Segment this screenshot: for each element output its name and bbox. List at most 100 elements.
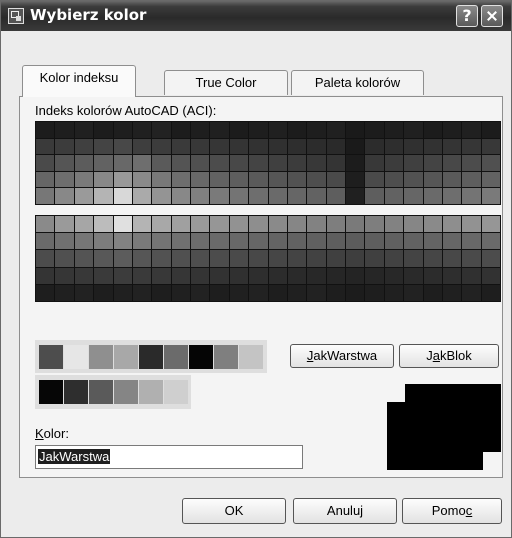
aci-color-cell[interactable] (423, 188, 442, 204)
aci-color-cell[interactable] (268, 250, 287, 267)
aci-color-cell[interactable] (365, 216, 384, 233)
aci-color-cell[interactable] (229, 216, 249, 233)
aci-color-cell[interactable] (326, 250, 345, 267)
aci-color-cell[interactable] (462, 122, 481, 138)
aci-color-cell[interactable] (307, 250, 326, 267)
aci-color-cell[interactable] (132, 138, 152, 155)
aci-color-cell[interactable] (365, 188, 384, 204)
aci-color-cell[interactable] (307, 138, 326, 155)
aci-color-cell[interactable] (210, 122, 229, 138)
aci-color-cell[interactable] (210, 284, 229, 301)
aci-color-cell[interactable] (210, 155, 229, 171)
aci-color-cell[interactable] (229, 171, 249, 188)
color-swatch[interactable] (239, 345, 263, 369)
aci-color-cell[interactable] (191, 171, 210, 188)
aci-color-cell[interactable] (481, 155, 500, 171)
aci-color-cell[interactable] (171, 188, 190, 204)
aci-color-cell[interactable] (307, 233, 326, 250)
aci-color-cell[interactable] (171, 267, 190, 284)
aci-color-cell[interactable] (462, 171, 481, 188)
tab-color-index[interactable]: Kolor indeksu (22, 65, 136, 97)
aci-color-cell[interactable] (462, 155, 481, 171)
color-swatch[interactable] (164, 345, 188, 369)
aci-color-cell[interactable] (384, 171, 404, 188)
aci-color-cell[interactable] (404, 216, 423, 233)
aci-color-cell[interactable] (74, 267, 94, 284)
aci-color-cell[interactable] (229, 233, 249, 250)
aci-color-cell[interactable] (36, 216, 55, 233)
aci-color-cell[interactable] (210, 171, 229, 188)
aci-color-cell[interactable] (55, 138, 74, 155)
aci-color-cell[interactable] (210, 233, 229, 250)
aci-color-cell[interactable] (423, 284, 442, 301)
aci-color-cell[interactable] (268, 155, 287, 171)
aci-color-cell[interactable] (210, 188, 229, 204)
help-button[interactable]: Pomoc (402, 498, 502, 524)
aci-color-cell[interactable] (404, 155, 423, 171)
aci-color-cell[interactable] (287, 250, 307, 267)
aci-color-cell[interactable] (171, 155, 190, 171)
aci-color-cell[interactable] (442, 188, 462, 204)
aci-color-cell[interactable] (287, 171, 307, 188)
aci-color-cell[interactable] (365, 233, 384, 250)
aci-color-cell[interactable] (152, 188, 171, 204)
aci-color-cell[interactable] (481, 138, 500, 155)
aci-color-cell[interactable] (132, 155, 152, 171)
aci-color-cell[interactable] (94, 284, 113, 301)
aci-color-cell[interactable] (113, 138, 132, 155)
aci-color-cell[interactable] (287, 122, 307, 138)
aci-color-cell[interactable] (171, 216, 190, 233)
aci-color-cell[interactable] (94, 233, 113, 250)
aci-color-cell[interactable] (481, 250, 500, 267)
aci-color-cell[interactable] (249, 267, 268, 284)
aci-color-cell[interactable] (346, 216, 365, 233)
aci-color-cell[interactable] (74, 122, 94, 138)
aci-color-cell[interactable] (384, 188, 404, 204)
color-swatch[interactable] (164, 380, 188, 404)
aci-color-cell[interactable] (442, 284, 462, 301)
aci-color-cell[interactable] (152, 284, 171, 301)
color-swatch[interactable] (64, 345, 88, 369)
aci-color-cell[interactable] (404, 188, 423, 204)
color-swatch[interactable] (214, 345, 238, 369)
aci-color-cell[interactable] (481, 122, 500, 138)
aci-color-cell[interactable] (365, 122, 384, 138)
aci-color-cell[interactable] (326, 284, 345, 301)
gray-colors[interactable] (35, 375, 191, 409)
color-swatch[interactable] (89, 345, 113, 369)
color-swatch[interactable] (114, 380, 138, 404)
aci-color-cell[interactable] (74, 284, 94, 301)
color-swatch[interactable] (89, 380, 113, 404)
aci-color-cell[interactable] (36, 155, 55, 171)
aci-color-cell[interactable] (36, 267, 55, 284)
aci-color-cell[interactable] (346, 250, 365, 267)
aci-color-cell[interactable] (307, 284, 326, 301)
standard-colors[interactable] (35, 340, 267, 373)
aci-color-cell[interactable] (36, 138, 55, 155)
aci-color-cell[interactable] (191, 216, 210, 233)
aci-color-cell[interactable] (113, 122, 132, 138)
aci-color-cell[interactable] (113, 250, 132, 267)
aci-color-cell[interactable] (152, 138, 171, 155)
aci-color-cell[interactable] (229, 284, 249, 301)
aci-color-cell[interactable] (326, 216, 345, 233)
aci-color-cell[interactable] (94, 267, 113, 284)
aci-color-cell[interactable] (384, 284, 404, 301)
aci-color-cell[interactable] (249, 233, 268, 250)
color-swatch[interactable] (139, 380, 163, 404)
aci-color-cell[interactable] (132, 122, 152, 138)
aci-color-cell[interactable] (171, 122, 190, 138)
aci-color-cell[interactable] (94, 155, 113, 171)
aci-color-cell[interactable] (326, 267, 345, 284)
aci-color-cell[interactable] (346, 284, 365, 301)
aci-color-cell[interactable] (462, 138, 481, 155)
color-swatch[interactable] (39, 380, 63, 404)
close-icon[interactable] (481, 5, 503, 27)
aci-color-cell[interactable] (191, 233, 210, 250)
aci-color-cell[interactable] (462, 250, 481, 267)
aci-color-cell[interactable] (404, 250, 423, 267)
aci-color-cell[interactable] (210, 216, 229, 233)
aci-color-cell[interactable] (74, 233, 94, 250)
aci-color-cell[interactable] (113, 284, 132, 301)
aci-color-cell[interactable] (462, 188, 481, 204)
